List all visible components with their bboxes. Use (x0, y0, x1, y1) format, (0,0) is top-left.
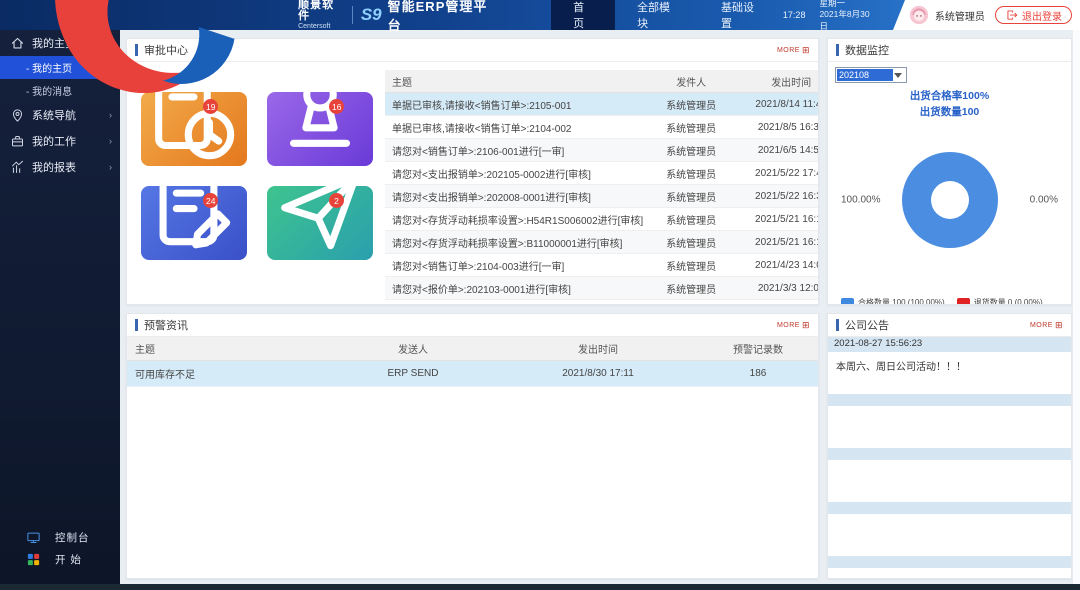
page-scroll-area[interactable] (1073, 30, 1080, 584)
message-row[interactable]: 请您对<报价单>:202103-0001进行[审核] 系统管理员 2021/3/… (385, 277, 819, 300)
date-block: 星期一 2021年8月30日 (819, 0, 874, 32)
chart-legend: 合格数量 100 (100.00%) 退货数量 0 (0.00%) (835, 297, 1064, 306)
more-icon: ⊞ (802, 321, 810, 330)
sidebar-footer-icon (26, 530, 41, 545)
sidebar-footer: 控制台 开 始 (0, 526, 120, 570)
company-announcement-panel: 公司公告 MORE ⊞ 2021-08-27 15:56:23 本周六、周日公司… (827, 313, 1072, 579)
message-row[interactable]: 请您对<存货浮动耗损率设置>:B11000001进行[审核] 系统管理员 202… (385, 231, 819, 254)
alert-row[interactable]: 可用库存不足 ERP SEND 2021/8/30 17:11 186 (127, 361, 818, 387)
legend-item: 合格数量 100 (100.00%) (841, 297, 945, 306)
announcement-item-empty (828, 448, 1071, 500)
more-link[interactable]: MORE ⊞ (777, 321, 810, 330)
nav-tab[interactable]: 首页 (551, 0, 615, 30)
count-badge: 2 (329, 193, 344, 208)
panel-accent (836, 44, 839, 56)
nav-tab-label: 首页 (573, 0, 593, 31)
sidebar-footer-icon (26, 552, 41, 567)
logout-button[interactable]: 退出登录 (995, 6, 1072, 24)
message-row[interactable]: 请您对<存货浮动耗损率设置>:H54R1S006002进行[审核] 系统管理员 … (385, 208, 819, 231)
legend-swatch (957, 298, 970, 305)
approval-tile[interactable]: 我发起 24 (141, 186, 247, 260)
period-select[interactable]: 202108 (835, 67, 907, 83)
announcement-item-empty (828, 502, 1071, 554)
legend-swatch (841, 298, 854, 305)
nav-tab[interactable]: 基础设置 (699, 0, 783, 30)
user-avatar[interactable] (909, 5, 929, 25)
bottom-edge-bar (0, 584, 1080, 590)
panel-accent (836, 319, 839, 331)
sidebar-footer-item[interactable]: 控制台 (0, 526, 120, 548)
donut-chart: 100.00% 0.00% (835, 125, 1064, 275)
weekday: 星期一 (819, 0, 874, 9)
panel-title: 预警资讯 (144, 317, 188, 333)
shipment-summary: 出货合格率100% 出货数量100 (835, 89, 1064, 121)
data-monitor-panel: 数据监控 202108 出货合格率100% 出货数量100 100.00% 0.… (827, 38, 1072, 305)
logo-divider (352, 6, 353, 24)
sidebar-footer-item[interactable]: 开 始 (0, 548, 120, 570)
product-name: 智能ERP管理平台 (388, 0, 496, 34)
date: 2021年8月30日 (819, 9, 874, 32)
donut-ring (902, 152, 998, 248)
donut-right-label: 0.00% (1030, 194, 1058, 205)
main-nav: 首页 全部模块 基础设置 (551, 0, 783, 30)
chevron-icon: › (109, 162, 112, 172)
logout-icon (1005, 8, 1019, 22)
legend-item: 退货数量 0 (0.00%) (957, 297, 1043, 306)
announcement-content: 本周六、周日公司活动！！！ (828, 352, 1071, 392)
select-caret-icon (894, 73, 902, 78)
nav-tab[interactable]: 全部模块 (615, 0, 699, 30)
more-link[interactable]: MORE ⊞ (777, 46, 810, 55)
announcement-date: 2021-08-27 15:56:23 (828, 337, 1071, 352)
alert-news-panel: 预警资讯 MORE ⊞ 主题 发送人 发出时间 预警记录数 可用库存不足 ERP… (126, 313, 819, 579)
username: 系统管理员 (935, 8, 985, 23)
panel-accent (135, 319, 138, 331)
panel-title: 公司公告 (845, 317, 889, 333)
message-row[interactable]: 请您对<销售订单>:2104-003进行[一审] 系统管理员 2021/4/23… (385, 254, 819, 277)
nav-tab-label: 基础设置 (721, 0, 761, 31)
panel-title: 数据监控 (845, 42, 889, 58)
erp-dashboard: 顺景软件 Centersoft S9 智能ERP管理平台 首页 全部模块 基础设… (0, 0, 1080, 590)
more-link[interactable]: MORE ⊞ (1030, 321, 1063, 330)
clock-time: 17:28 (783, 10, 806, 20)
approval-tile[interactable]: 抄送我 2 (267, 186, 373, 260)
donut-left-label: 100.00% (841, 194, 880, 205)
centersoft-logo-icon (8, 0, 294, 158)
message-row[interactable]: 请您对<支出报销单>:202105-0002进行[审核] 系统管理员 2021/… (385, 162, 819, 185)
product-logo: S9 (361, 5, 382, 25)
tile-icon (267, 160, 373, 266)
sidebar-item-icon (10, 160, 25, 175)
logo-block: 顺景软件 Centersoft S9 智能ERP管理平台 (0, 0, 496, 158)
announcement-item-empty (828, 394, 1071, 446)
top-header: 顺景软件 Centersoft S9 智能ERP管理平台 首页 全部模块 基础设… (0, 0, 1080, 30)
company-name-en: Centersoft (298, 23, 344, 30)
company-name: 顺景软件 (298, 0, 344, 22)
table-header: 主题 发送人 发出时间 预警记录数 (127, 337, 818, 361)
nav-tab-label: 全部模块 (637, 0, 677, 31)
announcement-item[interactable]: 2021-08-27 15:56:23 本周六、周日公司活动！！！ (828, 337, 1071, 392)
more-icon: ⊞ (802, 46, 810, 55)
tile-icon (141, 160, 247, 266)
more-icon: ⊞ (1055, 321, 1063, 330)
announcement-item-empty (828, 556, 1071, 578)
message-row[interactable]: 请您对<支出报销单>:202008-0001进行[审核] 系统管理员 2021/… (385, 185, 819, 208)
